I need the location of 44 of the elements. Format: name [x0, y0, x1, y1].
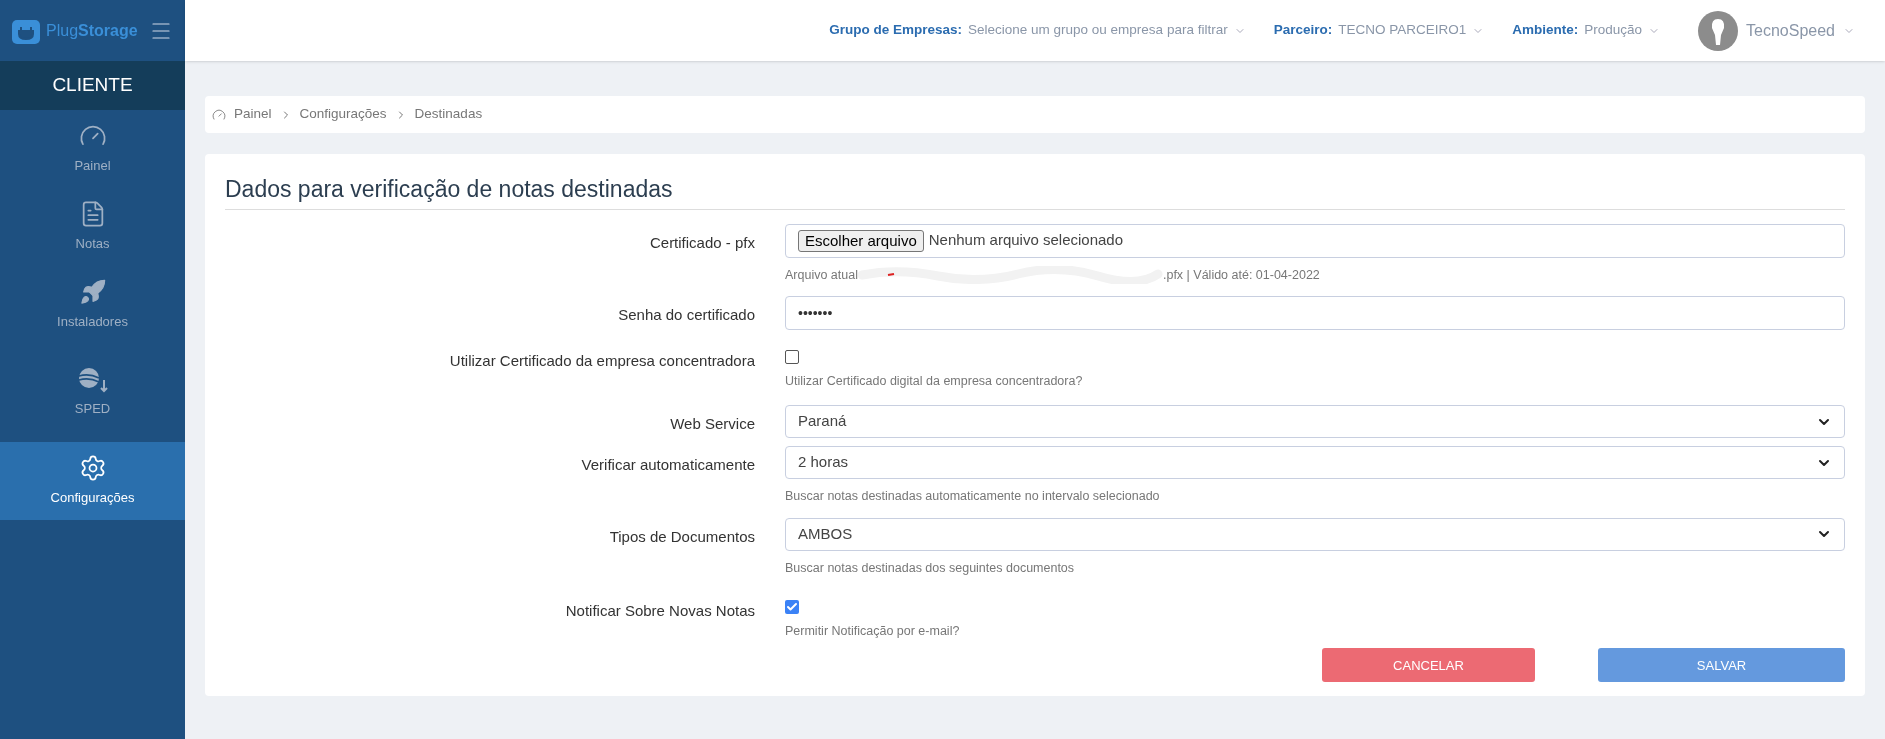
checkbox[interactable]	[785, 599, 799, 614]
field-label: Utilizar Certificado da empresa concentradora	[449, 352, 755, 370]
select-field[interactable]: 2 horas	[785, 446, 1845, 479]
help-text: Buscar notas destinadas automaticamente no intervalo selecionado	[785, 488, 1161, 505]
sidebar-item[interactable]: Instaladores	[0, 266, 185, 344]
brand-name: PlugStorage	[46, 20, 138, 41]
sidebar-item[interactable]: Configurações	[0, 442, 185, 520]
sidebar-item[interactable]: Notas	[0, 188, 185, 266]
field-label: Senha do certificado	[618, 306, 755, 324]
breadcrumb-link[interactable]: Painel	[234, 104, 272, 125]
choose-file-button[interactable]: Escolher arquivo	[798, 229, 924, 252]
filter-dropdown[interactable]: Ambiente: Produção	[1512, 20, 1661, 41]
field-label: Certificado - pfx	[649, 233, 755, 251]
field-label: Verificar automaticamente	[581, 456, 755, 473]
avatar	[1698, 10, 1739, 51]
help-text: Buscar notas destinadas dos seguintes documentos	[785, 559, 1076, 577]
sidebar-item[interactable]: SPED	[0, 344, 185, 442]
filter-dropdown[interactable]: Grupo de Empresas: Selecione um grupo ou empresa para filtrar	[829, 20, 1246, 41]
field-label: Web Service	[670, 415, 755, 432]
select-field[interactable]: Paraná	[785, 405, 1845, 438]
help-text: .pfx | Válido até: 01-04-2022	[1162, 266, 1320, 284]
password-field[interactable]: •••••••	[785, 296, 1845, 331]
sidebar-item[interactable]: Painel	[0, 110, 185, 188]
field-label: Notificar Sobre Novas Notas	[565, 601, 755, 619]
breadcrumb-link[interactable]: Destinadas	[414, 104, 483, 125]
breadcrumb-link[interactable]: Configurações	[299, 104, 387, 125]
help-text: Utilizar Certificado digital da empresa concentradora?	[785, 373, 1084, 391]
gauge-icon	[212, 107, 226, 122]
section-title: CLIENTE	[52, 73, 133, 98]
save-button[interactable]: SALVAR	[1598, 648, 1845, 683]
select-field[interactable]: AMBOS	[785, 517, 1845, 551]
globe-download-icon	[76, 367, 109, 394]
field-label: Tipos de Documentos	[609, 527, 755, 545]
filter-dropdown[interactable]: Parceiro: TECNO PARCEIRO1	[1273, 20, 1485, 41]
plug-logo-icon	[12, 17, 40, 44]
form-title: Dados para verificação de notas destinadas	[225, 172, 1845, 210]
cancel-button[interactable]: CANCELAR	[1322, 648, 1535, 683]
file-field[interactable]: Escolher arquivo Nenhum arquivo selecionado	[785, 223, 1845, 258]
help-text: Permitir Notificação por e-mail?	[785, 622, 961, 640]
checkbox[interactable]	[785, 350, 799, 365]
user-menu[interactable]: TecnoSpeed	[1698, 10, 1855, 51]
rocket-icon	[78, 278, 107, 307]
help-text: Arquivo atual	[785, 266, 858, 284]
file-status: Nenhum arquivo selecionado	[928, 230, 1124, 251]
